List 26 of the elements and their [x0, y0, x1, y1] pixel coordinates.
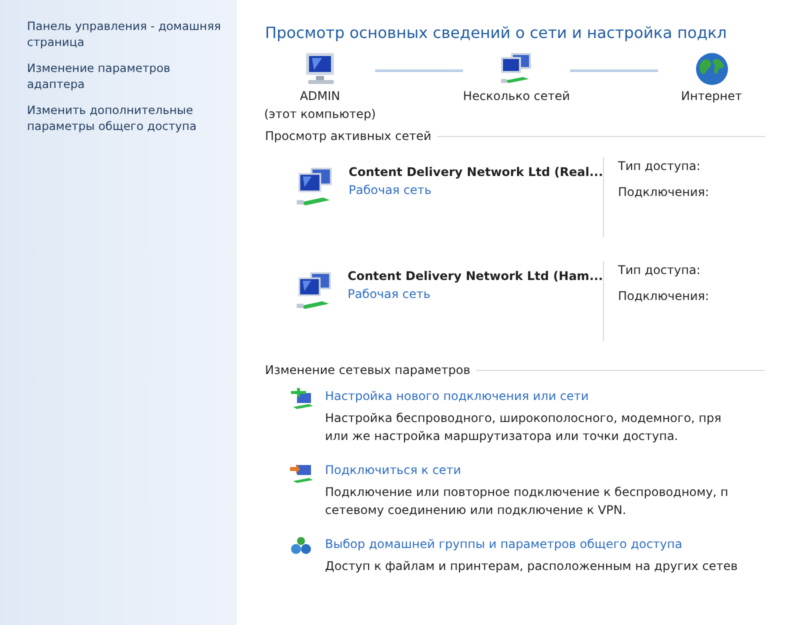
sidebar-link[interactable]: Изменить дополнительные параметры общего доступа	[27, 102, 227, 134]
network-name: Content Delivery Network Ltd (Ham...	[348, 268, 603, 286]
node-label: Интернет	[680, 88, 742, 106]
task-link[interactable]: Подключиться к сети	[325, 461, 728, 480]
globe-icon	[694, 51, 730, 88]
connections-label: Подключения:	[618, 184, 710, 202]
sidebar-link[interactable]: Изменение параметров адаптера	[27, 60, 227, 92]
network-category-link[interactable]: Рабочая сеть	[348, 287, 430, 302]
section-heading: Просмотр активных сетей	[265, 128, 432, 146]
task-description: Настройка беспроводного, широкополосного, модемного, пря или же настройка маршрутизатора или точки доступа.	[325, 410, 722, 446]
access-type-label: Тип доступа:	[618, 158, 702, 176]
task-link[interactable]: Выбор домашней группы и параметров общего доступа	[325, 535, 738, 554]
sidebar-link[interactable]: Панель управления - домашняя страница	[27, 18, 227, 50]
page-title: Просмотр основных сведений о сети и настройка подкл	[265, 23, 728, 44]
task-description: Подключение или повторное подключение к беспроводному, п сетевому соединению или подключение к VPN.	[325, 484, 728, 520]
network-category-link[interactable]: Рабочая сеть	[348, 183, 432, 198]
task-link[interactable]: Настройка нового подключения или сети	[325, 387, 722, 406]
node-label: ADMIN	[300, 88, 340, 106]
node-sublabel: (этот компьютер)	[264, 106, 376, 124]
task-description: Доступ к файлам и принтерам, расположенным на других сетев	[325, 558, 738, 576]
network-name: Content Delivery Network Ltd (Real...	[348, 164, 603, 182]
node-label: Несколько сетей	[463, 88, 570, 106]
access-type-label: Тип доступа:	[618, 262, 702, 280]
connections-label: Подключения:	[618, 288, 710, 306]
new-connection-icon	[289, 387, 315, 412]
section-heading: Изменение сетевых параметров	[265, 362, 470, 380]
